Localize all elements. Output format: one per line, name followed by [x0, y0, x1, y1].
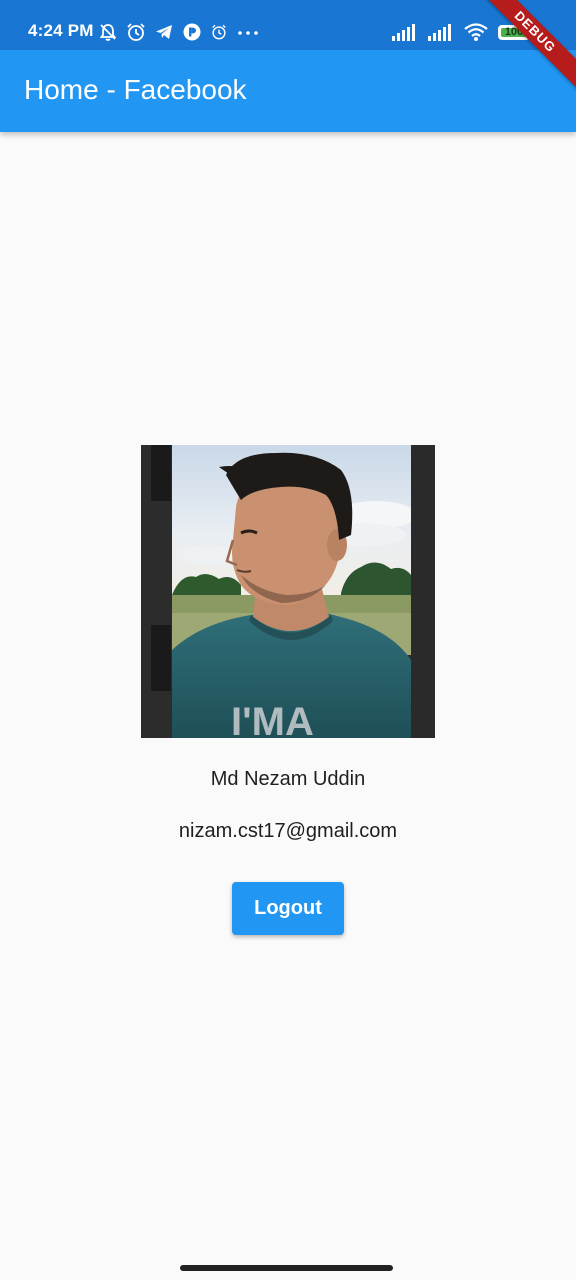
- notifications-off-icon: [98, 22, 118, 42]
- status-time: 4:24 PM: [28, 21, 94, 40]
- page-title: Home - Facebook: [24, 74, 247, 105]
- profile-name: Md Nezam Uddin: [210, 768, 366, 790]
- alarm-icon: [126, 22, 146, 42]
- telegram-icon: [154, 22, 174, 42]
- status-icons-left: [98, 20, 260, 44]
- alarm-small-icon: [210, 23, 228, 41]
- shirt-text: I'MA: [231, 700, 314, 738]
- debug-banner: DEBUG: [480, 0, 576, 93]
- more-icon: [236, 22, 260, 42]
- app-icon: [182, 22, 202, 42]
- debug-banner-container: DEBUG: [480, 0, 576, 96]
- profile-photo: I'MA: [141, 445, 435, 738]
- profile-photo-image: I'MA: [141, 445, 435, 738]
- gesture-navigation-handle[interactable]: [180, 1265, 393, 1271]
- signal-icon: [392, 23, 418, 41]
- signal-icon: [428, 23, 454, 41]
- logout-button[interactable]: Logout: [232, 882, 344, 935]
- profile-email: nizam.cst17@gmail.com: [178, 820, 398, 842]
